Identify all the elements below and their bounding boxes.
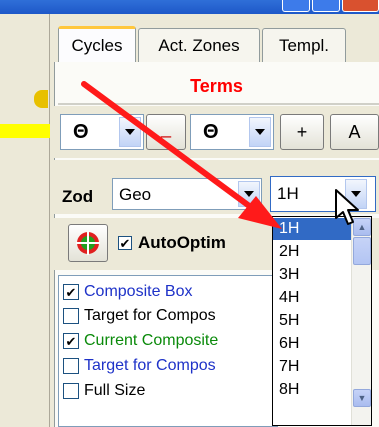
annotation-arrow-icon [81, 81, 282, 229]
